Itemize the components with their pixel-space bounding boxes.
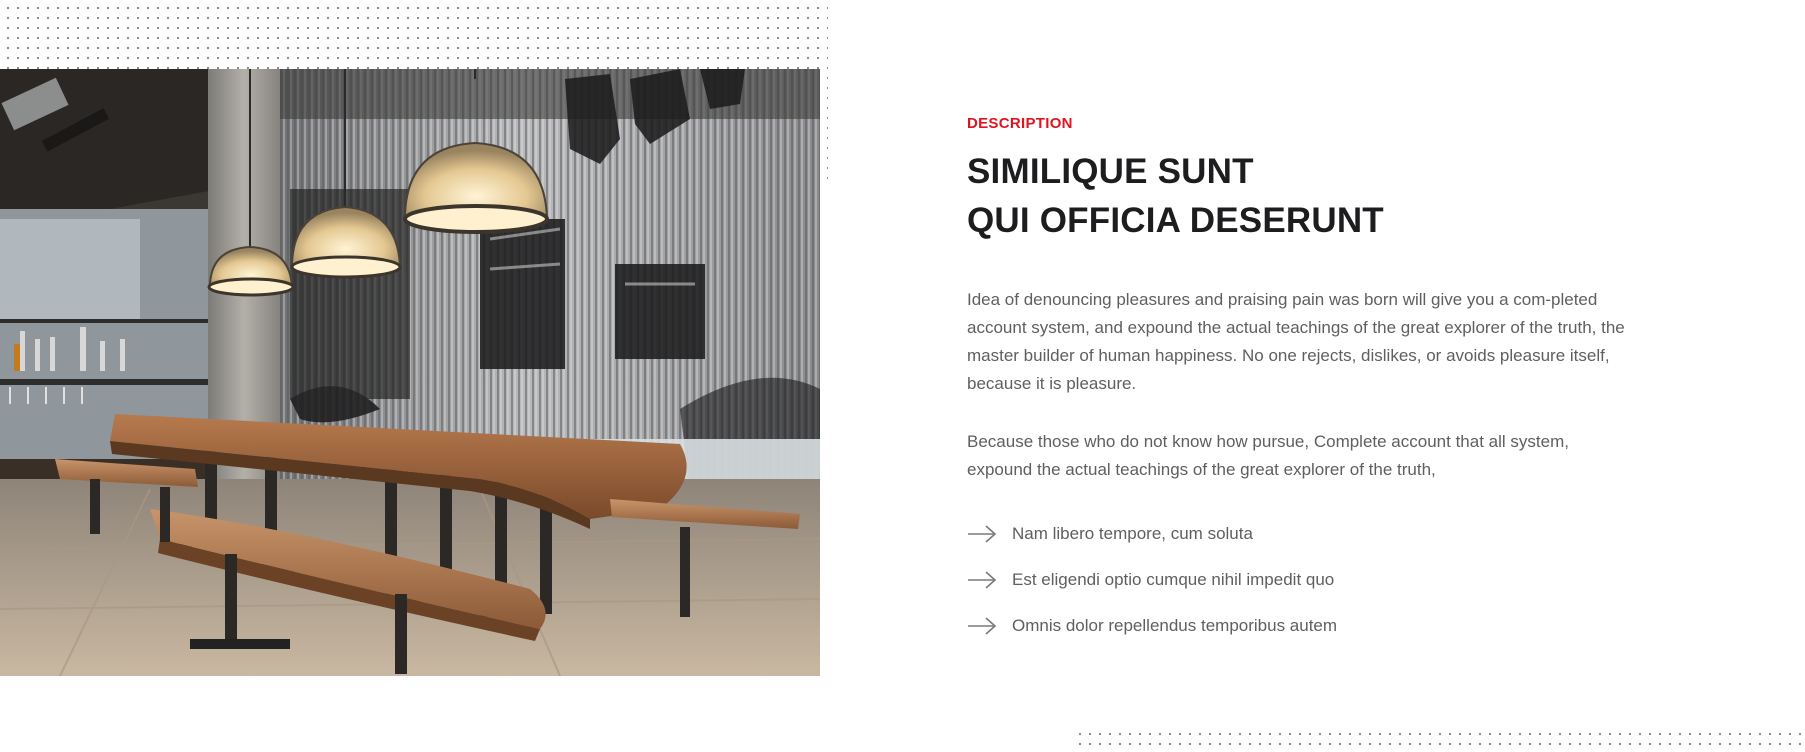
arrow-right-icon (968, 525, 997, 543)
section-title-line-2: QUI OFFICIA DESERUNT (967, 201, 1384, 240)
section-title-line-1: SIMILIQUE SUNT (967, 152, 1254, 191)
feature-label: Nam libero tempore, cum soluta (1012, 524, 1253, 543)
photo-illustration (0, 69, 820, 676)
section-eyebrow: DESCRIPTION (967, 115, 1073, 132)
feature-label: Omnis dolor repellendus temporibus autem (1012, 616, 1338, 635)
description-paragraph-2: Because those who do not know how pursue… (967, 432, 1569, 479)
feature-list-item: Omnis dolor repellendus temporibus autem (967, 603, 1627, 649)
arrow-right-icon (968, 617, 997, 635)
feature-list-item: Est eligendi optio cumque nihil impedit … (967, 557, 1627, 603)
description-section: DESCRIPTION SIMILIQUE SUNT QUI OFFICIA D… (0, 0, 1805, 752)
feature-label: Est eligendi optio cumque nihil impedit … (1012, 570, 1335, 589)
section-title: SIMILIQUE SUNT QUI OFFICIA DESERUNT (967, 147, 1627, 245)
feature-list-item: Nam libero tempore, cum soluta (967, 511, 1627, 557)
restaurant-interior-photo (0, 69, 820, 676)
dot-pattern-bottom (1072, 726, 1805, 752)
feature-list: Nam libero tempore, cum soluta Est elige… (967, 511, 1627, 649)
description-content: DESCRIPTION SIMILIQUE SUNT QUI OFFICIA D… (967, 113, 1627, 649)
description-paragraph-1: Idea of denouncing pleasures and praisin… (967, 290, 1625, 393)
arrow-right-icon (968, 571, 997, 589)
